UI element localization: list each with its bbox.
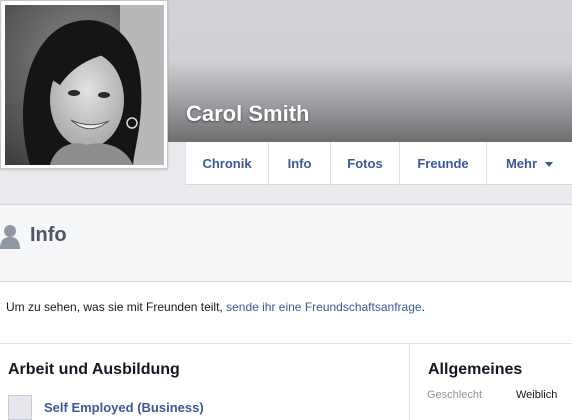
tab-chronik[interactable]: Chronik [185,142,268,185]
gender-label: Geschlecht [427,389,483,401]
tab-freunde[interactable]: Freunde [399,142,486,185]
profile-name[interactable]: Carol Smith [186,101,309,127]
briefcase-icon [8,395,32,420]
chevron-down-icon [545,162,554,167]
profile-picture-frame[interactable] [0,0,168,169]
tab-fotos[interactable]: Fotos [330,142,399,185]
profile-tabs: Chronik Info Fotos Freunde Mehr [185,142,572,185]
info-header: Info [0,204,572,282]
tab-mehr-label: Mehr [505,156,538,171]
gender-value: Weiblich [516,389,558,401]
notice-text: Um zu sehen, was sie mit Freunden teilt,… [6,300,425,314]
section-spacer [0,186,572,204]
tab-info[interactable]: Info [268,142,330,185]
general-section: Allgemeines Geschlecht Weiblich [410,344,572,420]
tab-mehr[interactable]: Mehr [486,142,572,185]
work-education-title: Arbeit und Ausbildung [8,361,180,378]
notice-suffix: . [421,300,425,314]
profile-page: Carol Smith Chronik Info Fotos Freunde M… [0,0,572,420]
privacy-notice: Um zu sehen, was sie mit Freunden teilt,… [0,282,572,344]
profile-photo-icon [5,5,164,165]
work-education-section: Arbeit und Ausbildung Self Employed (Bus… [0,344,410,420]
info-title: Info [30,224,67,246]
tab-fotos-label: Fotos [347,156,383,171]
notice-prefix: Um zu sehen, was sie mit Freunden teilt, [6,300,227,314]
tab-info-label: Info [287,156,312,171]
person-icon [0,225,20,249]
work-entry-link[interactable]: Self Employed (Business) [44,400,204,415]
general-title: Allgemeines [428,361,523,378]
profile-picture[interactable] [5,5,164,165]
tab-chronik-label: Chronik [202,156,252,171]
about-sections: Arbeit und Ausbildung Self Employed (Bus… [0,344,572,420]
friend-request-link[interactable]: sende ihr eine Freundschaftsanfrage [226,300,421,314]
tab-freunde-label: Freunde [417,156,469,171]
